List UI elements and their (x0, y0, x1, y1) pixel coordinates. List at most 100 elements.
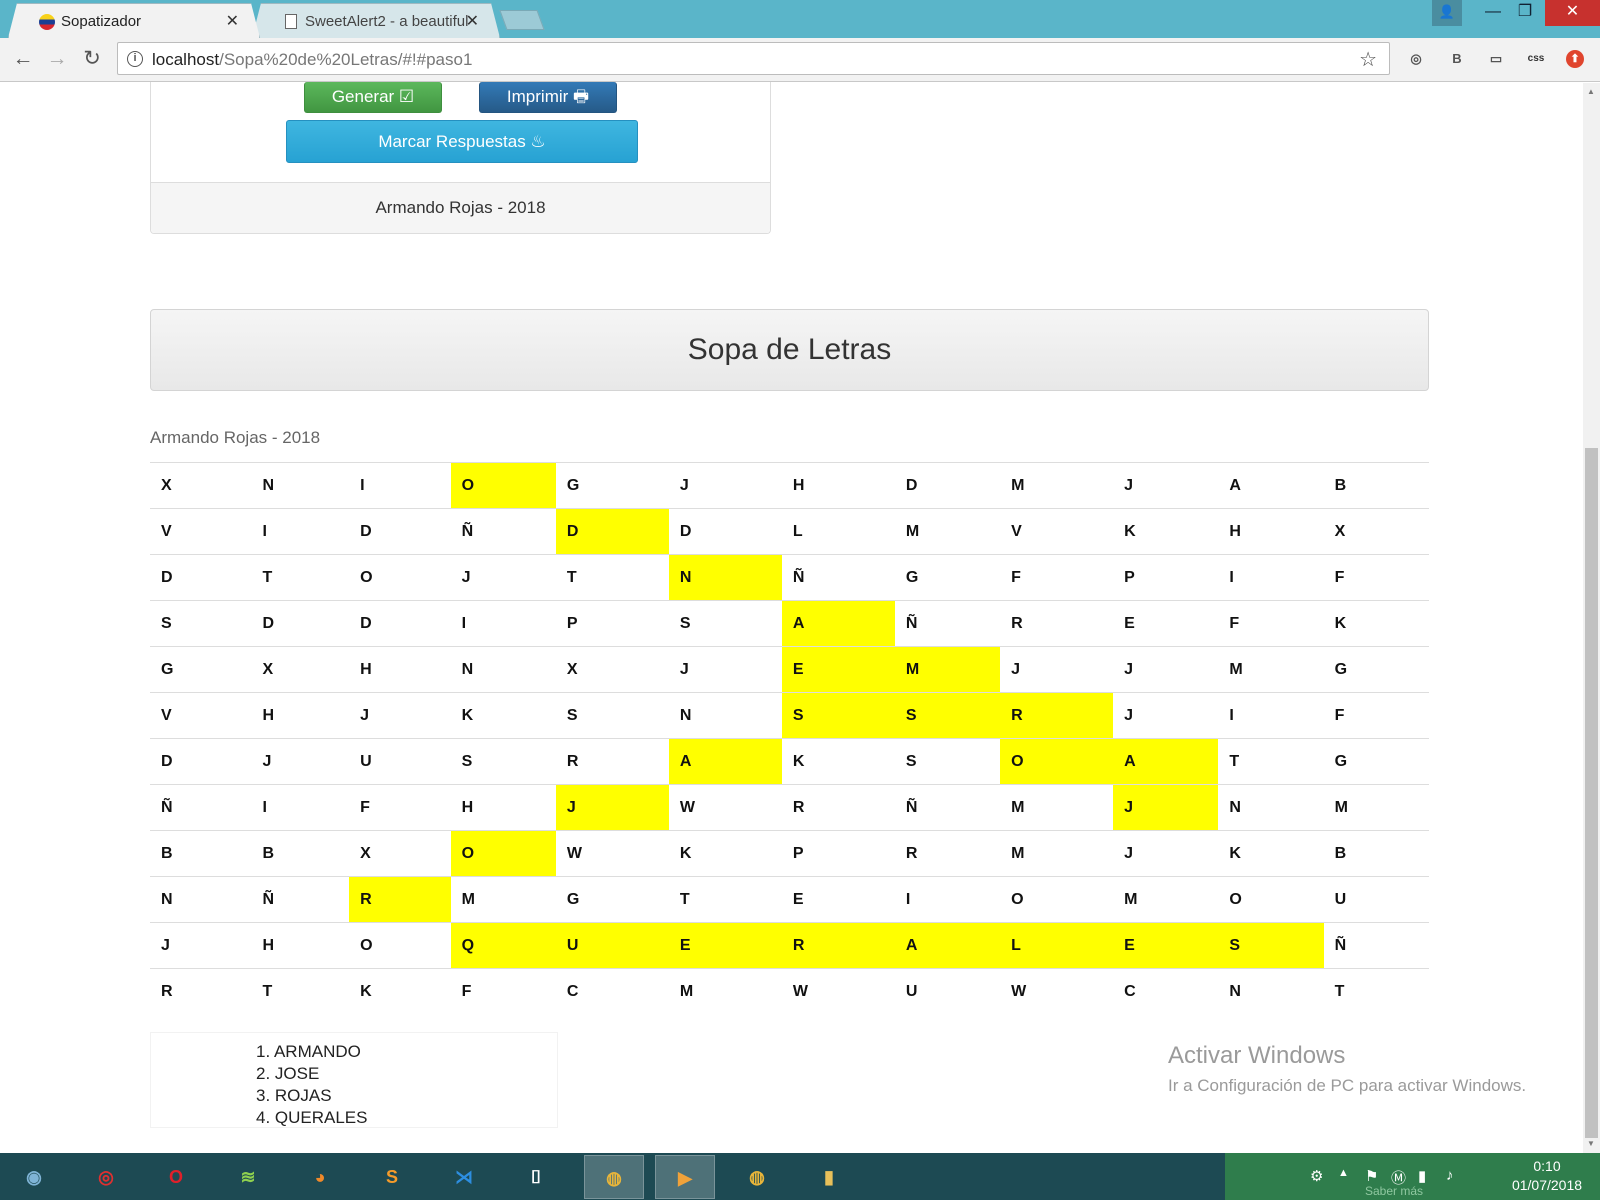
new-tab-button[interactable] (499, 10, 545, 30)
cast-icon[interactable]: ▭ (1485, 48, 1507, 70)
grid-cell: H (251, 922, 350, 969)
grid-cell: T (251, 554, 350, 601)
folder-icon[interactable]: ▮ (799, 1155, 859, 1199)
scroll-up-arrow-icon[interactable]: ▲ (1587, 87, 1595, 96)
grid-cell: Ñ (781, 554, 895, 601)
grid-cell: E (781, 876, 895, 923)
grid-cell: D (349, 508, 451, 555)
grid-cell: J (1000, 646, 1114, 693)
scroll-down-arrow-icon[interactable]: ▼ (1587, 1139, 1595, 1148)
grid-cell: T (1323, 968, 1429, 1015)
page-scrollbar[interactable]: ▲ ▼ (1583, 83, 1600, 1153)
window-close-button[interactable]: ✕ (1545, 0, 1600, 26)
grid-cell: K (1323, 600, 1429, 647)
css-icon[interactable]: css (1525, 48, 1547, 70)
user-icon[interactable]: 👤 (1432, 0, 1462, 26)
grid-cell: O (450, 462, 556, 509)
grid-cell: D (668, 508, 782, 555)
grid-cell: J (668, 462, 782, 509)
grid-row: XNIOGJHDMJAB (150, 462, 1429, 509)
grid-cell: S (555, 692, 669, 739)
grid-cell: J (668, 646, 782, 693)
wifi-signal-icon[interactable]: ▮ (1418, 1167, 1426, 1185)
network-activity-icon[interactable]: ⚙ (1310, 1167, 1323, 1185)
grid-cell: O (1218, 876, 1324, 923)
media-player-icon[interactable]: ◎ (76, 1155, 136, 1199)
sublime-icon[interactable]: S (362, 1155, 422, 1199)
grid-cell: J (1113, 784, 1219, 831)
grid-cell: K (668, 830, 782, 877)
b-icon[interactable]: B (1446, 48, 1468, 70)
grid-cell: H (251, 692, 350, 739)
grid-cell: O (349, 922, 451, 969)
grid-cell: B (150, 830, 252, 877)
grid-cell: X (150, 462, 252, 509)
grid-cell: Q (450, 922, 556, 969)
url-text[interactable]: localhost/Sopa%20de%20Letras/#!#paso1 (152, 50, 472, 70)
grid-cell: M (1323, 784, 1429, 831)
grid-cell: D (894, 462, 1001, 509)
opera-icon[interactable]: O (146, 1155, 206, 1199)
tray-hint: Saber más (1365, 1184, 1424, 1198)
mark-answers-button[interactable]: Marcar Respuestas ♨ (286, 120, 638, 163)
grid-cell: S (450, 738, 556, 785)
grid-cell: C (555, 968, 669, 1015)
panel-footer: Armando Rojas - 2018 (151, 182, 770, 233)
firefox-icon[interactable]: ◕ (290, 1155, 350, 1199)
tab-sweetalert[interactable]: SweetAlert2 - a beautiful ✕ (252, 3, 500, 38)
grid-cell: F (1323, 554, 1429, 601)
grid-cell: U (349, 738, 451, 785)
word-list-item: 4. QUERALES (256, 1108, 368, 1127)
globe-icon[interactable]: ◎ (1405, 48, 1427, 70)
chrome-icon-2[interactable]: ◍ (727, 1155, 787, 1199)
scroll-thumb[interactable] (1585, 448, 1598, 1138)
back-button[interactable]: ← (10, 46, 36, 72)
tab-close-icon[interactable]: ✕ (466, 11, 479, 31)
grid-cell: K (1218, 830, 1324, 877)
upload-icon[interactable]: ⬆ (1566, 50, 1584, 68)
info-icon[interactable]: i (127, 51, 143, 67)
grid-cell: R (781, 922, 895, 969)
grid-cell: J (150, 922, 252, 969)
address-bar[interactable]: i localhost/Sopa%20de%20Letras/#!#paso1 … (117, 42, 1390, 75)
grid-cell: V (1000, 508, 1114, 555)
grid-row: VHJKSNSSRJIF (150, 692, 1429, 739)
wifi-app-icon[interactable]: ≋ (218, 1155, 278, 1199)
start-icon[interactable]: ◉ (4, 1155, 64, 1199)
vscode-icon[interactable]: ⋊ (434, 1155, 494, 1199)
reload-button[interactable]: ↻ (79, 46, 105, 72)
maximize-button[interactable]: ❐ (1505, 0, 1545, 26)
grid-cell: N (668, 692, 782, 739)
grid-cell: C (1113, 968, 1219, 1015)
terminal-icon[interactable]: ⌷ (506, 1155, 566, 1199)
video-icon[interactable]: ▶ (655, 1155, 715, 1199)
grid-cell: J (555, 784, 669, 831)
bookmark-star-icon[interactable]: ☆ (1359, 47, 1377, 72)
page-title-box: Sopa de Letras (150, 309, 1429, 391)
volume-icon[interactable]: ♪ (1446, 1167, 1454, 1184)
grid-cell: T (668, 876, 782, 923)
chrome-icon[interactable]: ◍ (584, 1155, 644, 1199)
system-clock[interactable]: 0:10 01/07/2018 (1502, 1157, 1592, 1195)
grid-cell: P (1113, 554, 1219, 601)
generate-button[interactable]: Generar ☑ (304, 82, 442, 113)
tab-close-icon[interactable]: ✕ (226, 11, 239, 31)
grid-cell: I (450, 600, 556, 647)
grid-row: JHOQUERALESÑ (150, 922, 1429, 969)
action-center-flag-icon[interactable]: ⚑ (1365, 1167, 1378, 1185)
grid-cell: R (1000, 692, 1114, 739)
grid-cell: T (251, 968, 350, 1015)
grid-cell: S (894, 692, 1001, 739)
grid-row: DTOJTNÑGFPIF (150, 554, 1429, 601)
grid-cell: N (668, 554, 782, 601)
show-hidden-icons-icon[interactable]: ▲ (1338, 1167, 1349, 1179)
word-list: 1. ARMANDO 2. JOSE 3. ROJAS 4. QUERALES (150, 1032, 558, 1128)
grid-cell: D (150, 738, 252, 785)
forward-button[interactable]: → (44, 46, 70, 72)
url-host: localhost (152, 50, 220, 69)
grid-cell: G (894, 554, 1001, 601)
tab-sopatizador[interactable]: Sopatizador ✕ (8, 3, 260, 38)
print-button[interactable]: Imprimir 🖶 (479, 82, 617, 113)
grid-cell: M (1218, 646, 1324, 693)
windows-activation-watermark: Activar Windows Ir a Configuración de PC… (1168, 1042, 1526, 1096)
